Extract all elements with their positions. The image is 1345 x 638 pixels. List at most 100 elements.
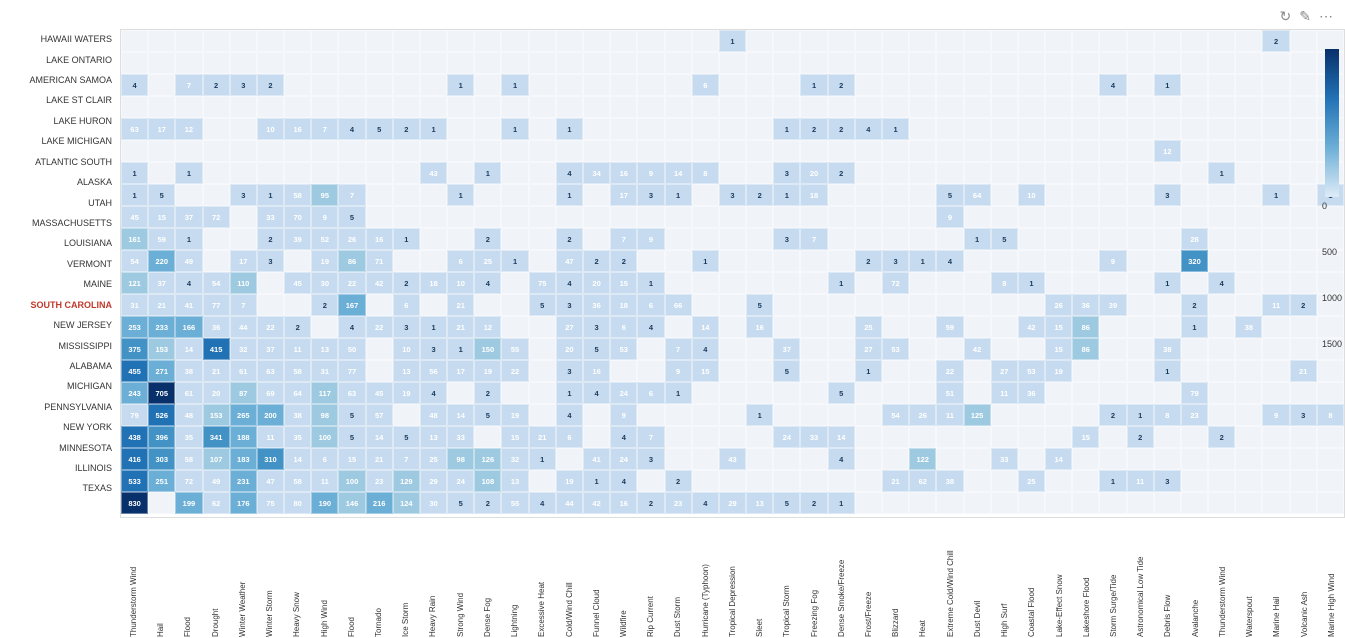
- row-label-south-carolina: SOUTH CAROLINA: [4, 294, 116, 314]
- cell-2-38: 1: [1154, 74, 1181, 96]
- cell-8-25: [800, 206, 827, 228]
- cell-19-11: 25: [420, 448, 447, 470]
- cell-20-9: 23: [366, 470, 393, 492]
- cell-20-36: 1: [1099, 470, 1126, 492]
- cell-0-38: [1154, 30, 1181, 52]
- cell-17-35: [1072, 404, 1099, 426]
- cell-14-27: 27: [855, 338, 882, 360]
- cell-6-26: 2: [828, 162, 855, 184]
- col-label-8: Flood: [338, 522, 365, 637]
- cell-1-1: [148, 52, 175, 74]
- cell-6-4: [230, 162, 257, 184]
- cell-15-7: 31: [311, 360, 338, 382]
- cell-14-19: [637, 338, 664, 360]
- cell-13-16: 27: [556, 316, 583, 338]
- cell-5-42: [1262, 140, 1289, 162]
- cell-18-40: 2: [1208, 426, 1235, 448]
- cell-8-16: [556, 206, 583, 228]
- cell-9-0: 161: [121, 228, 148, 250]
- cell-7-14: [501, 184, 528, 206]
- cell-2-19: [637, 74, 664, 96]
- more-icon[interactable]: ⋯: [1319, 8, 1333, 25]
- cell-3-27: [855, 96, 882, 118]
- cell-20-4: 231: [230, 470, 257, 492]
- cell-13-43: [1290, 316, 1317, 338]
- cell-5-31: [964, 140, 991, 162]
- cell-11-32: 8: [991, 272, 1018, 294]
- cell-15-34: 19: [1045, 360, 1072, 382]
- cell-9-37: [1127, 228, 1154, 250]
- cell-12-11: [420, 294, 447, 316]
- cell-1-23: [746, 52, 773, 74]
- cell-16-44: [1317, 382, 1344, 404]
- cell-16-24: [773, 382, 800, 404]
- cell-0-21: [692, 30, 719, 52]
- cell-10-25: [800, 250, 827, 272]
- cell-2-6: [284, 74, 311, 96]
- cell-5-34: [1045, 140, 1072, 162]
- edit-icon[interactable]: ✎: [1299, 8, 1311, 25]
- cell-21-31: [964, 492, 991, 514]
- cell-18-4: 188: [230, 426, 257, 448]
- cell-7-3: [203, 184, 230, 206]
- cell-12-29: [909, 294, 936, 316]
- cell-2-39: [1181, 74, 1208, 96]
- cell-1-14: [501, 52, 528, 74]
- cell-19-14: 32: [501, 448, 528, 470]
- cell-10-10: [393, 250, 420, 272]
- row-labels: HAWAII WATERSLAKE ONTARIOAMERICAN SAMOAL…: [0, 29, 120, 638]
- cell-0-6: [284, 30, 311, 52]
- cell-21-26: 1: [828, 492, 855, 514]
- cell-16-32: 11: [991, 382, 1018, 404]
- cell-13-42: [1262, 316, 1289, 338]
- cell-21-16: 44: [556, 492, 583, 514]
- cell-15-39: [1181, 360, 1208, 382]
- col-label-4: Winter Weather: [229, 522, 256, 637]
- cell-15-3: 21: [203, 360, 230, 382]
- row-label-new-york: NEW YORK: [4, 417, 116, 437]
- cell-16-34: [1045, 382, 1072, 404]
- cell-9-31: 1: [964, 228, 991, 250]
- cell-11-3: 54: [203, 272, 230, 294]
- cell-3-6: [284, 96, 311, 118]
- cell-12-24: [773, 294, 800, 316]
- refresh-icon[interactable]: ↻: [1280, 8, 1292, 25]
- cell-15-23: [746, 360, 773, 382]
- cell-13-13: 12: [474, 316, 501, 338]
- cell-3-32: [991, 96, 1018, 118]
- cell-15-33: 53: [1018, 360, 1045, 382]
- cell-12-42: 11: [1262, 294, 1289, 316]
- heatmap-grid: 1247232116124163171210167452111122411211…: [120, 29, 1345, 518]
- cell-7-4: 3: [230, 184, 257, 206]
- row-label-louisiana: LOUISIANA: [4, 233, 116, 253]
- cell-2-18: [610, 74, 637, 96]
- cell-2-23: [746, 74, 773, 96]
- cell-11-24: [773, 272, 800, 294]
- legend-label-1500: 1500: [1322, 339, 1342, 349]
- cell-20-31: [964, 470, 991, 492]
- cell-2-25: 1: [800, 74, 827, 96]
- cell-14-20: 7: [665, 338, 692, 360]
- cell-16-30: 51: [936, 382, 963, 404]
- cell-9-28: [882, 228, 909, 250]
- cell-12-20: 66: [665, 294, 692, 316]
- cell-0-31: [964, 30, 991, 52]
- cell-9-20: [665, 228, 692, 250]
- legend-label-0: 0: [1322, 201, 1342, 211]
- cell-9-27: [855, 228, 882, 250]
- cell-20-25: [800, 470, 827, 492]
- cell-3-43: [1290, 96, 1317, 118]
- cell-15-32: 27: [991, 360, 1018, 382]
- col-label-13: Dense Fog: [474, 522, 501, 637]
- cell-10-43: [1290, 250, 1317, 272]
- cell-5-16: [556, 140, 583, 162]
- cell-0-8: [338, 30, 365, 52]
- cell-21-22: 29: [719, 492, 746, 514]
- cell-12-15: 5: [529, 294, 556, 316]
- cell-20-35: [1072, 470, 1099, 492]
- cell-14-23: [746, 338, 773, 360]
- col-label-2: Flood: [174, 522, 201, 637]
- cell-17-2: 48: [175, 404, 202, 426]
- cell-1-2: [175, 52, 202, 74]
- cell-14-18: 53: [610, 338, 637, 360]
